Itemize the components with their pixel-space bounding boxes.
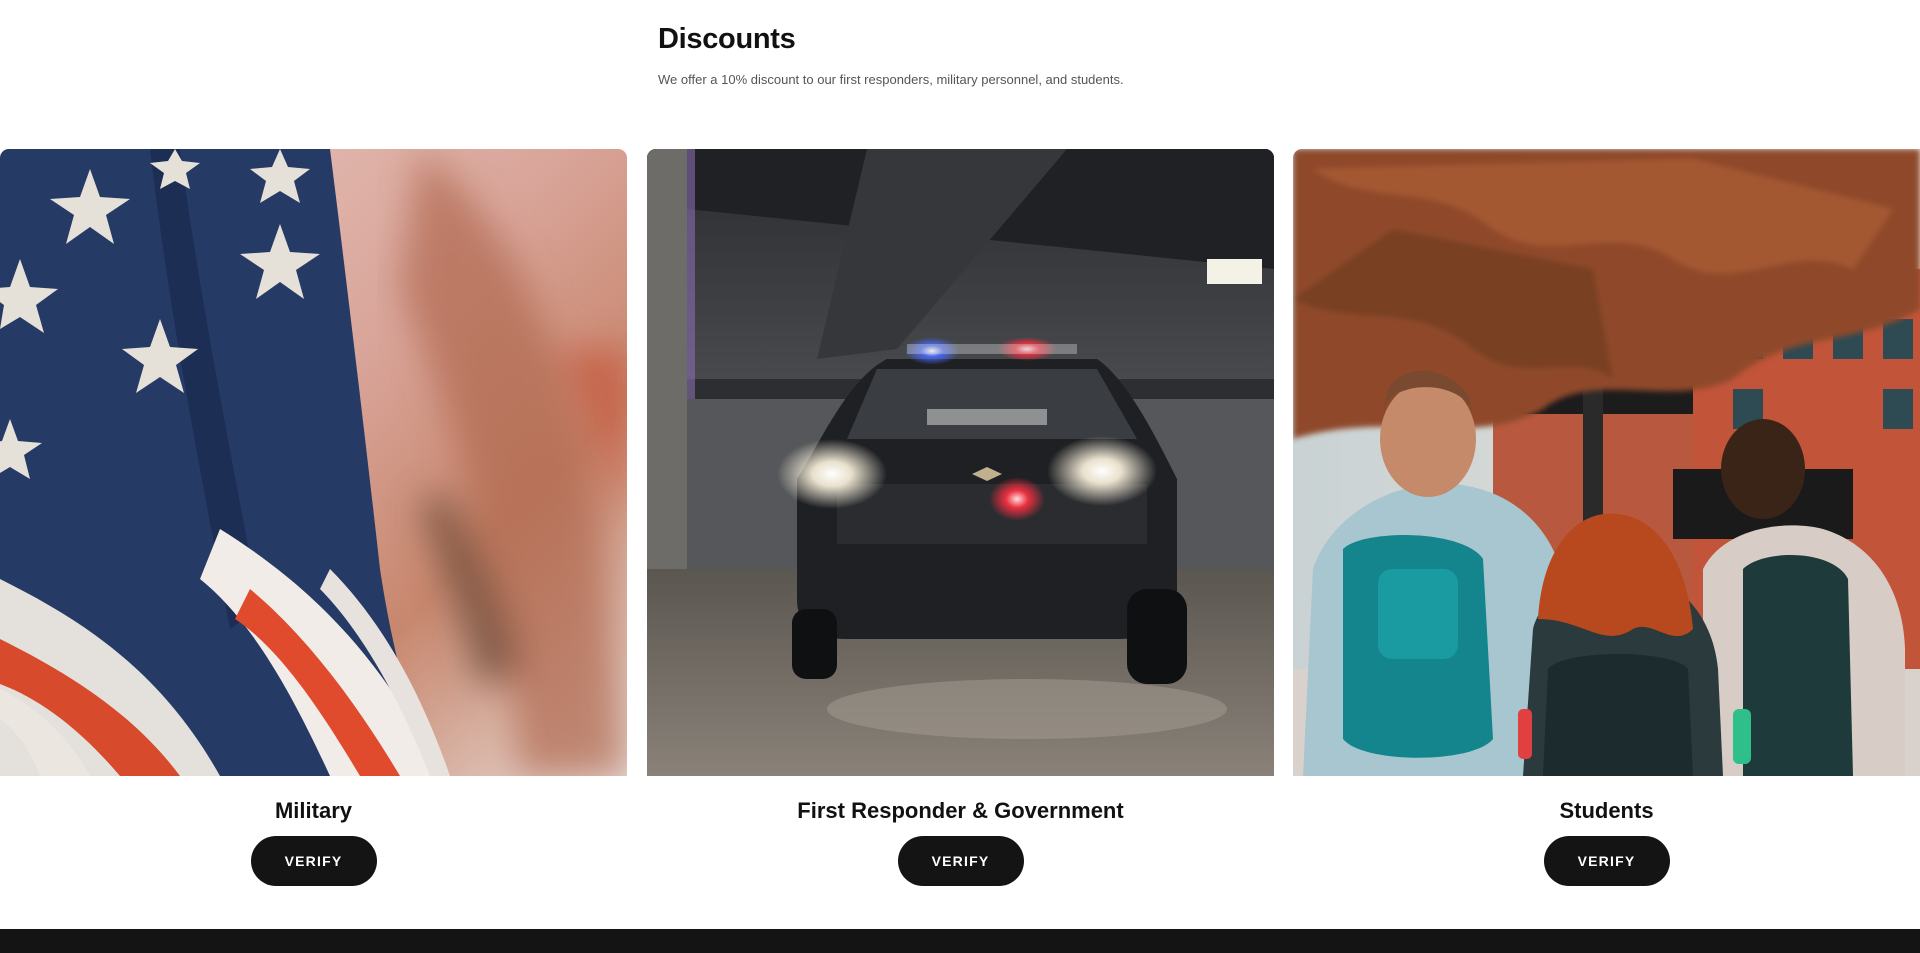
students-walking-photo — [1293, 149, 1920, 776]
card-title-first-responder: First Responder & Government — [797, 798, 1124, 823]
card-title-military: Military — [274, 798, 353, 823]
discounts-page: Discounts We offer a 10% discount to our… — [0, 0, 1920, 953]
american-flag-photo — [0, 149, 627, 776]
section-description: We offer a 10% discount to our first res… — [658, 72, 1124, 87]
footer-bar — [0, 929, 1920, 953]
discount-card-first-responder: First Responder & Government VERIFY — [647, 149, 1274, 909]
discount-card-students: Students VERIFY — [1293, 149, 1920, 909]
discount-card-military: Military VERIFY — [0, 149, 627, 909]
students-image — [1293, 149, 1920, 776]
verify-students-button[interactable]: VERIFY — [1543, 836, 1670, 886]
verify-military-button[interactable]: VERIFY — [250, 836, 377, 886]
discounts-intro: Discounts We offer a 10% discount to our… — [658, 20, 1358, 89]
verify-first-responder-button[interactable]: VERIFY — [897, 836, 1024, 886]
card-title-students: Students — [1559, 798, 1654, 823]
police-car-garage-photo — [647, 149, 1274, 776]
first-responder-image — [647, 149, 1274, 776]
section-title: Discounts — [658, 23, 796, 55]
military-image — [0, 149, 627, 776]
discount-cards: Military VERIFY First Responder & Govern… — [0, 149, 1920, 909]
